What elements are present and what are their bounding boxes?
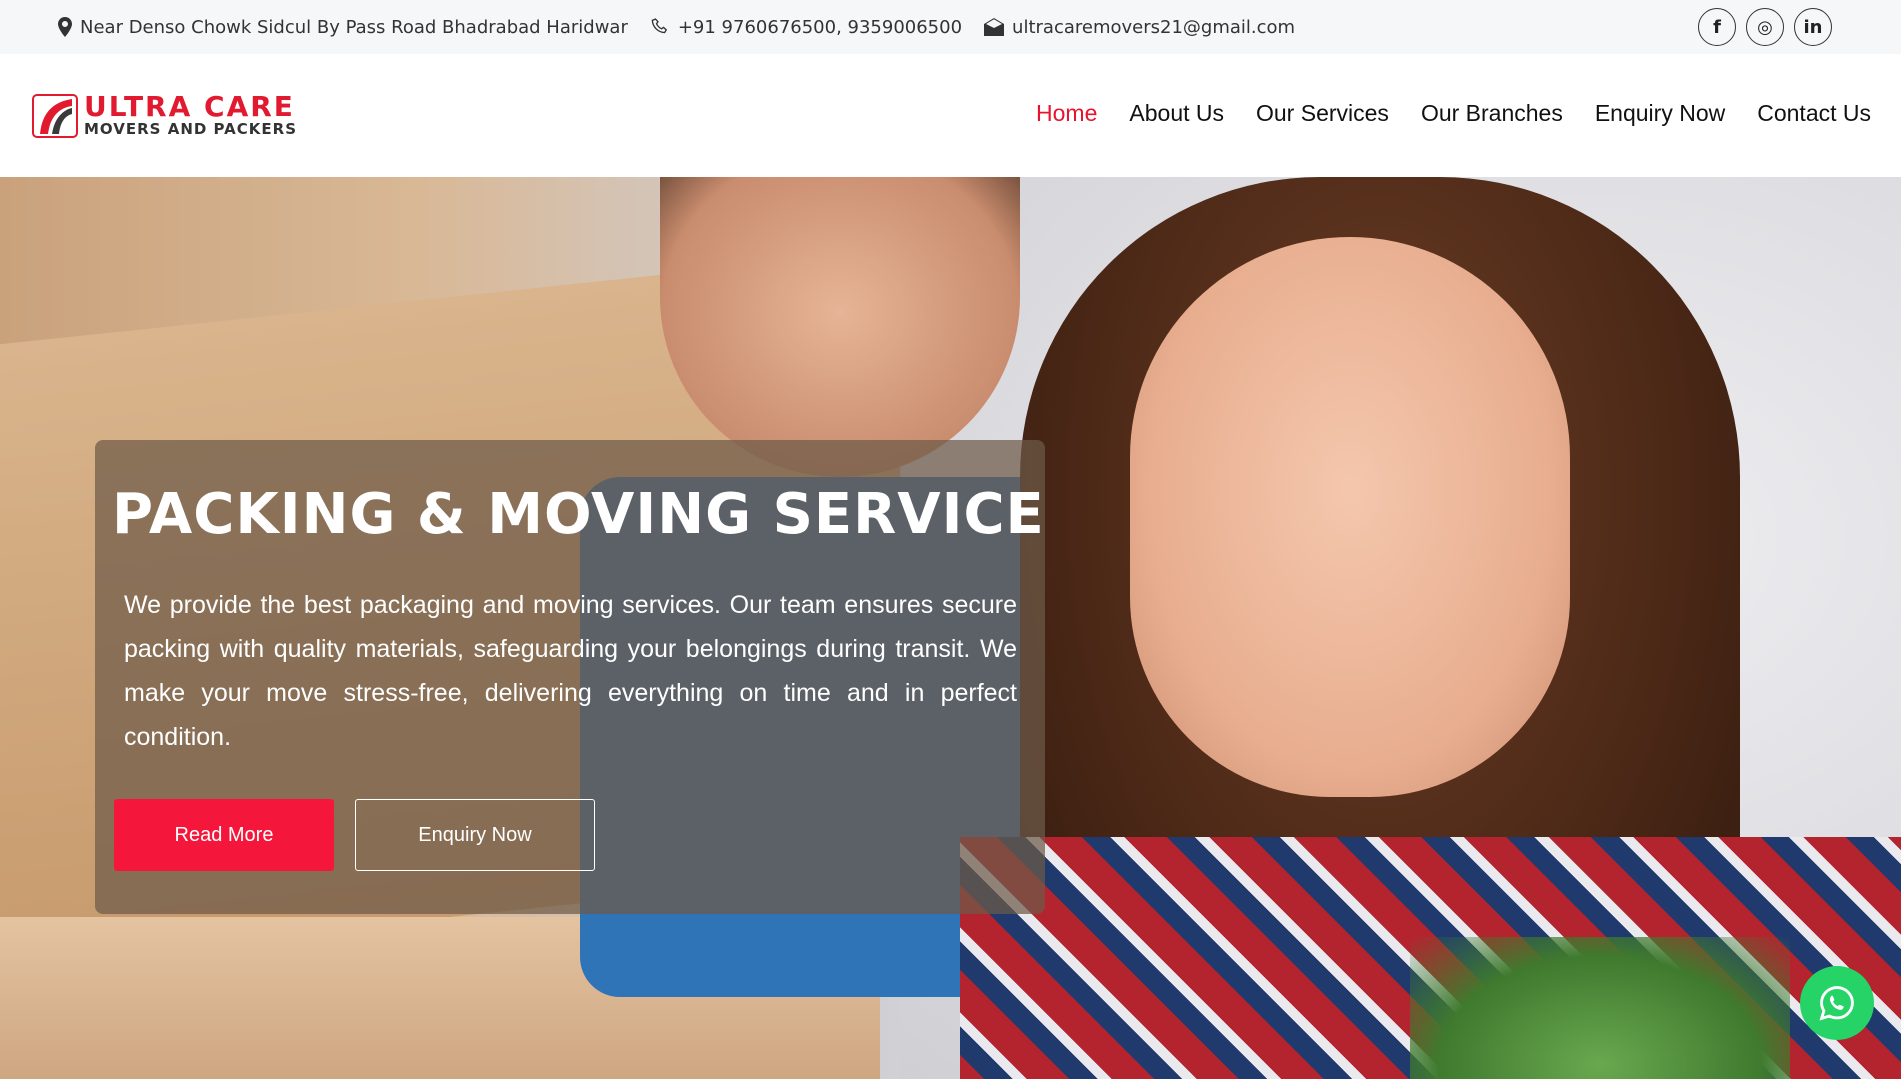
nav-home[interactable]: Home	[1036, 100, 1097, 127]
contact-info: Near Denso Chowk Sidcul By Pass Road Bha…	[58, 17, 1317, 38]
nav-our-branches[interactable]: Our Branches	[1421, 100, 1563, 127]
hero-title: PACKING & MOVING SERVICE	[112, 482, 1045, 547]
logo-line2: MOVERS AND PACKERS	[84, 120, 297, 138]
hero-plant-image	[1410, 937, 1790, 1079]
read-more-button[interactable]: Read More	[114, 799, 334, 871]
envelope-open-icon	[984, 18, 1005, 36]
facebook-icon[interactable]: f	[1698, 8, 1736, 46]
main-nav: Home About Us Our Services Our Branches …	[1036, 100, 1871, 127]
logo-line1: ULTRA CARE	[84, 90, 295, 123]
phone-item[interactable]: +91 9760676500, 9359006500	[650, 17, 962, 38]
nav-contact-us[interactable]: Contact Us	[1757, 100, 1871, 127]
email-text[interactable]: ultracaremovers21@gmail.com	[1012, 17, 1295, 38]
nav-our-services[interactable]: Our Services	[1256, 100, 1389, 127]
top-bar: Near Denso Chowk Sidcul By Pass Road Bha…	[0, 0, 1901, 54]
linkedin-icon[interactable]: in	[1794, 8, 1832, 46]
social-links: f ◎ in	[1698, 8, 1832, 46]
address-text: Near Denso Chowk Sidcul By Pass Road Bha…	[80, 16, 628, 38]
nav-about-us[interactable]: About Us	[1129, 100, 1224, 127]
location-pin-icon	[58, 17, 72, 37]
logo-text: ULTRA CARE MOVERS AND PACKERS	[84, 90, 297, 139]
hero-description: We provide the best packaging and moving…	[124, 591, 1017, 751]
phone-text[interactable]: +91 9760676500, 9359006500	[678, 17, 962, 38]
whatsapp-icon	[1819, 986, 1854, 1021]
email-item[interactable]: ultracaremovers21@gmail.com	[984, 17, 1295, 38]
phone-icon	[651, 18, 667, 34]
logo-mark-icon	[32, 94, 78, 138]
instagram-icon[interactable]: ◎	[1746, 8, 1784, 46]
hero-woman-face-image	[1130, 237, 1570, 797]
address-item: Near Denso Chowk Sidcul By Pass Road Bha…	[58, 17, 628, 38]
nav-enquiry-now[interactable]: Enquiry Now	[1595, 100, 1725, 127]
whatsapp-button[interactable]	[1800, 966, 1874, 1040]
enquiry-now-button[interactable]: Enquiry Now	[355, 799, 595, 871]
logo[interactable]: ULTRA CARE MOVERS AND PACKERS	[32, 90, 297, 139]
